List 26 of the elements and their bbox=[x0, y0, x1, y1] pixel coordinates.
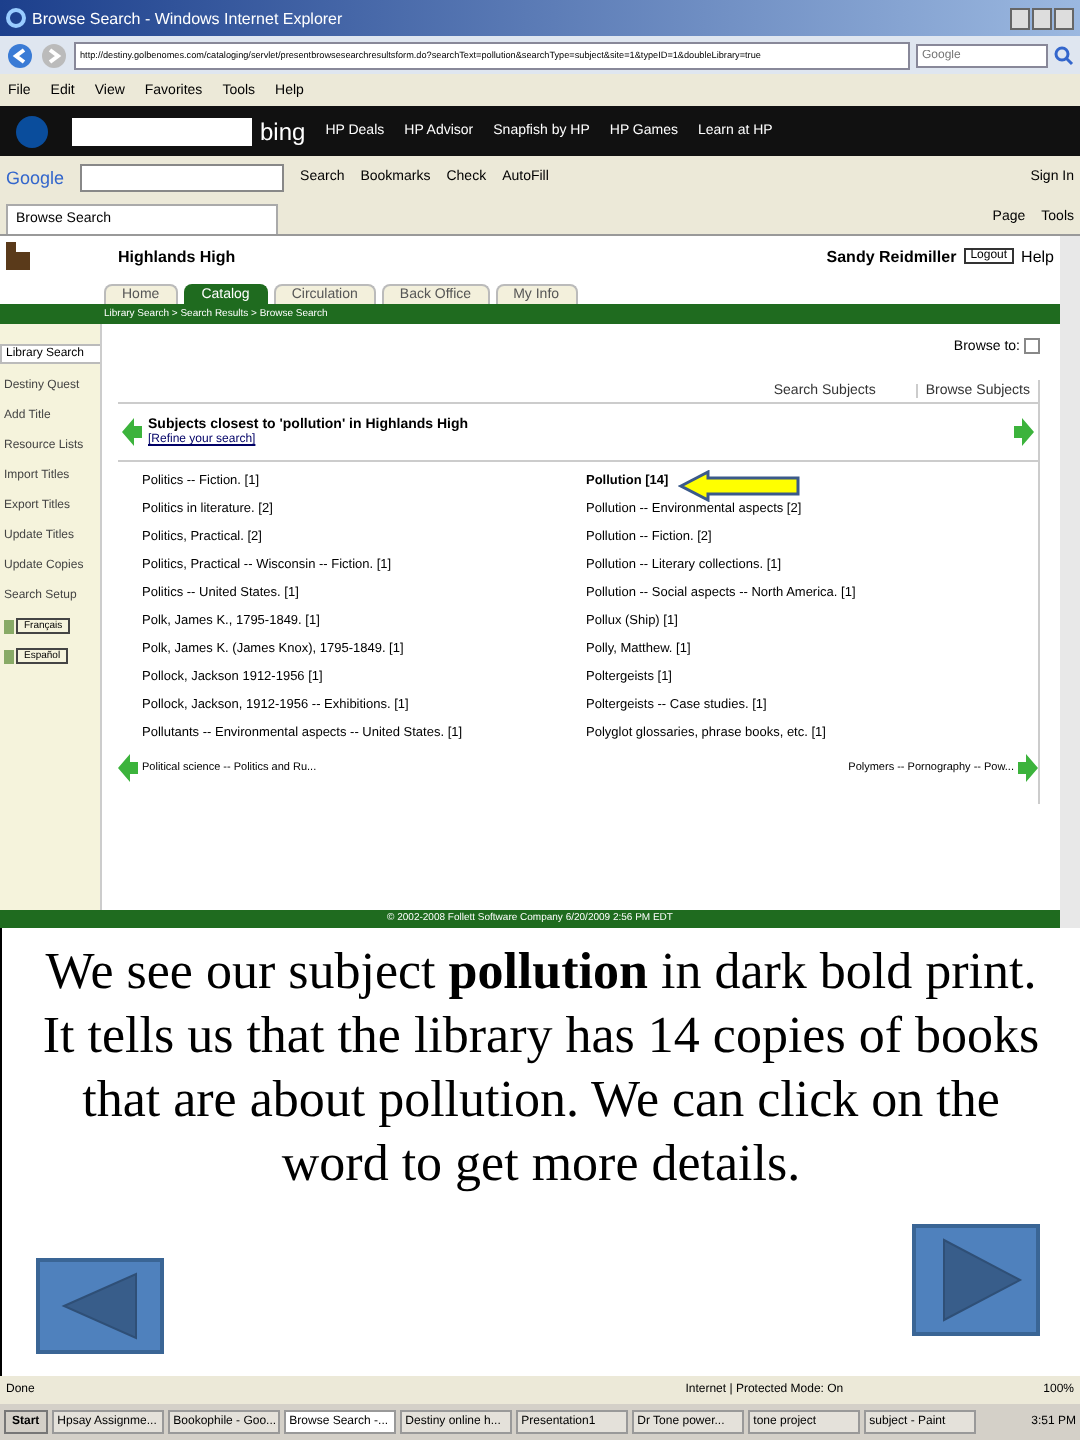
search-field[interactable] bbox=[80, 163, 285, 191]
caption-text: We see our subject pollution in dark bold print. It tells us that the library has 14 copies of books that are about pollution. We can click on the word to get more details. bbox=[40, 940, 1042, 1196]
close-button[interactable] bbox=[1054, 7, 1074, 29]
back-icon bbox=[6, 41, 34, 69]
search-icon bbox=[1054, 45, 1074, 65]
help-link[interactable]: Help bbox=[1021, 247, 1054, 265]
forward-icon bbox=[40, 41, 68, 69]
flag-icon bbox=[4, 619, 14, 633]
toolbar-brand: Google bbox=[6, 167, 65, 187]
callout-arrow-icon bbox=[678, 470, 802, 502]
minimize-button[interactable] bbox=[1010, 7, 1030, 29]
logo-icon bbox=[12, 113, 52, 149]
flag-icon bbox=[4, 649, 14, 663]
search-field[interactable] bbox=[72, 117, 252, 145]
previous-arrow-icon bbox=[118, 752, 138, 784]
maximize-button[interactable] bbox=[1032, 7, 1052, 29]
browser-icon bbox=[6, 8, 26, 28]
user-name: Sandy Reidmiller bbox=[826, 247, 957, 265]
next-arrow-icon bbox=[1014, 416, 1034, 448]
browse-to-dropdown[interactable] bbox=[1024, 338, 1040, 354]
next-arrow-icon bbox=[1018, 752, 1038, 784]
school-name: Highlands High bbox=[118, 247, 238, 265]
library-logo-icon bbox=[6, 242, 30, 270]
window-title: Browse Search - Windows Internet Explorer bbox=[32, 9, 345, 27]
previous-arrow-icon bbox=[122, 416, 142, 448]
search-brand: bing bbox=[260, 117, 306, 145]
